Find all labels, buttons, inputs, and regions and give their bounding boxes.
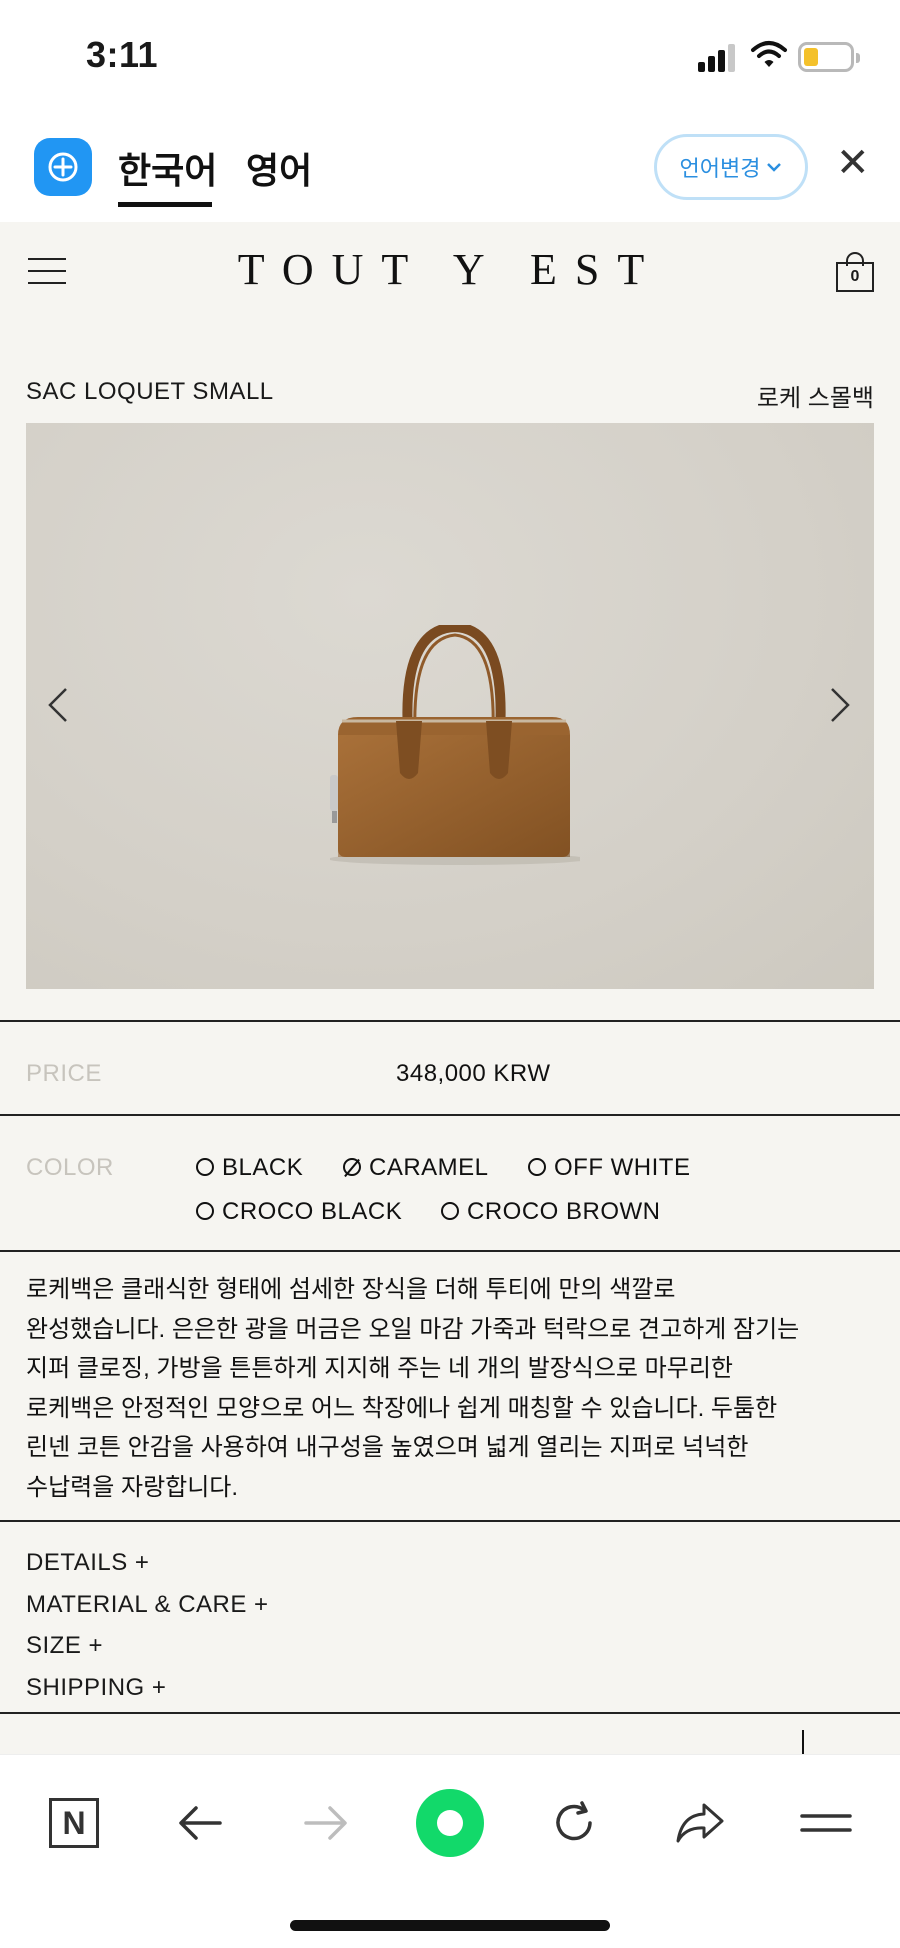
cellular-signal-icon <box>698 44 738 72</box>
description-line: 수납력을 자랑합니다. <box>26 1473 239 1501</box>
translation-bar: 한국어 영어 언어변경 ✕ <box>0 112 900 222</box>
product-image-gallery[interactable] <box>26 423 874 989</box>
color-option-off-white[interactable]: OFF WHITE <box>528 1154 690 1182</box>
home-indicator <box>290 1920 610 1931</box>
cart-count: 0 <box>836 262 874 292</box>
brand-logo[interactable]: TOUT Y EST <box>0 244 900 295</box>
chevron-down-icon <box>767 163 782 172</box>
radio-icon <box>196 1158 214 1176</box>
product-name-korean: 로케 스몰백 <box>756 385 874 412</box>
radio-selected-icon <box>343 1158 361 1176</box>
product-accordion: DETAILS + MATERIAL & CARE + SIZE + SHIPP… <box>26 1542 269 1708</box>
color-option-caramel[interactable]: CARAMEL <box>343 1154 489 1182</box>
tab-english[interactable]: 영어 <box>246 142 312 194</box>
translate-app-logo-icon[interactable] <box>34 138 92 196</box>
status-bar: 3:11 <box>0 0 900 112</box>
divider <box>0 1250 900 1252</box>
divider <box>0 1114 900 1116</box>
active-tab-underline <box>118 202 212 207</box>
radio-icon <box>528 1158 546 1176</box>
color-option-black[interactable]: BLACK <box>196 1154 303 1182</box>
text-cursor <box>802 1730 804 1754</box>
product-description: 로케백은 클래식한 형태에 섬세한 장식을 더해 투티에 만의 색깔로 완성했습… <box>26 1270 876 1507</box>
wifi-icon <box>750 40 788 75</box>
radio-icon <box>196 1202 214 1220</box>
status-time: 3:11 <box>86 34 159 75</box>
reload-icon[interactable] <box>540 1789 608 1857</box>
color-option-croco-brown[interactable]: CROCO BROWN <box>441 1198 661 1226</box>
site-header: TOUT Y EST 0 <box>0 222 900 322</box>
product-page: TOUT Y EST 0 SAC LOQUET SMALL 로케 스몰백 PRI… <box>0 222 900 1754</box>
accordion-size[interactable]: SIZE + <box>26 1625 269 1667</box>
color-label: COLOR <box>26 1154 114 1181</box>
description-line: 린넨 코튼 안감을 사용하여 내구성을 높였으며 넓게 열리는 지퍼로 넉넉한 <box>26 1434 749 1461</box>
color-option-croco-black[interactable]: CROCO BLACK <box>196 1198 402 1226</box>
description-line: 로케백은 클래식한 형태에 섬세한 장식을 더해 투티에 만의 색깔로 <box>26 1276 676 1303</box>
description-line: 지퍼 클로징, 가방을 튼튼하게 지지해 주는 네 개의 발장식으로 마무리한 <box>26 1355 733 1382</box>
shopping-bag-icon[interactable]: 0 <box>836 252 874 292</box>
tab-korean[interactable]: 한국어 <box>118 142 217 194</box>
back-icon[interactable] <box>166 1789 234 1857</box>
share-icon[interactable] <box>666 1789 734 1857</box>
radio-icon <box>441 1202 459 1220</box>
battery-icon <box>798 42 860 72</box>
change-language-button[interactable]: 언어변경 <box>654 134 808 200</box>
gallery-prev-arrow-icon[interactable] <box>46 685 70 735</box>
description-line: 완성했습니다. 은은한 광을 머금은 오일 마감 가죽과 턱락으로 견고하게 잠… <box>26 1315 800 1343</box>
accordion-shipping[interactable]: SHIPPING + <box>26 1667 269 1709</box>
price-label: PRICE <box>26 1060 102 1087</box>
menu-icon[interactable] <box>792 1789 860 1857</box>
divider <box>0 1020 900 1022</box>
forward-icon[interactable] <box>292 1789 360 1857</box>
product-name: SAC LOQUET SMALL <box>26 378 274 405</box>
accordion-details[interactable]: DETAILS + <box>26 1542 269 1584</box>
divider <box>0 1520 900 1522</box>
accordion-material-care[interactable]: MATERIAL & CARE + <box>26 1584 269 1626</box>
green-dot-icon[interactable] <box>416 1789 484 1857</box>
naver-icon[interactable]: N <box>40 1789 108 1857</box>
change-language-label: 언어변경 <box>679 156 761 181</box>
description-line: 로케백은 안정적인 모양으로 어느 착장에나 쉽게 매칭할 수 있습니다. 두툼… <box>26 1394 778 1422</box>
handbag-image <box>328 621 588 865</box>
gallery-next-arrow-icon[interactable] <box>828 685 852 735</box>
divider <box>0 1712 900 1714</box>
price-value: 348,000 KRW <box>396 1060 551 1087</box>
browser-toolbar: N <box>0 1754 900 1948</box>
close-translation-button[interactable]: ✕ <box>836 140 870 186</box>
